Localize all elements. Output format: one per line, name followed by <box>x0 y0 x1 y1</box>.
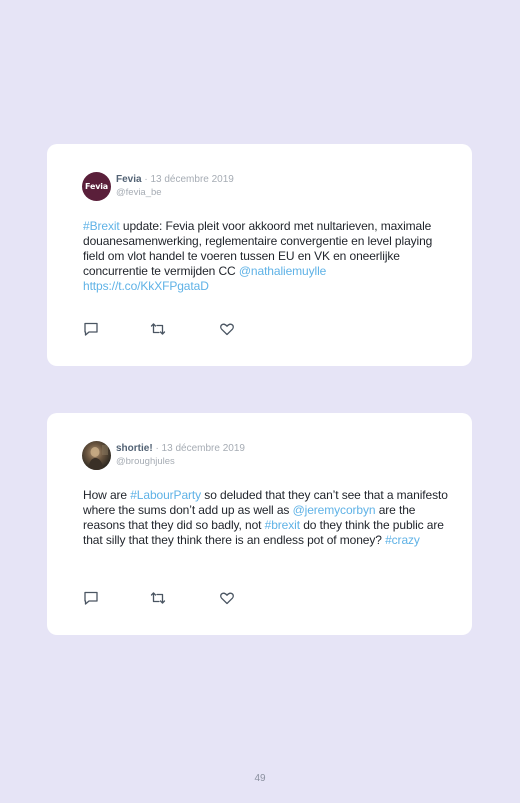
hashtag-link[interactable]: #brexit <box>265 518 300 532</box>
reply-icon[interactable] <box>83 590 99 606</box>
tweet-body: How are <box>83 488 131 502</box>
url-link[interactable]: https://t.co/KkXFPgataD <box>83 279 209 293</box>
tweet-header: shortie! · 13 décembre 2019 @broughjules <box>116 442 245 468</box>
hashtag-link[interactable]: #LabourParty <box>130 488 201 502</box>
tweet-card: shortie! · 13 décembre 2019 @broughjules… <box>47 413 472 635</box>
hashtag-link[interactable]: #Brexit <box>83 219 120 233</box>
tweet-actions <box>83 590 283 606</box>
mention-link[interactable]: @nathaliemuylle <box>239 264 327 278</box>
reply-icon[interactable] <box>83 321 99 337</box>
tweet-card: Fevia Fevia · 13 décembre 2019 @fevia_be… <box>47 144 472 366</box>
mention-link[interactable]: @jeremycorbyn <box>293 503 376 517</box>
tweet-actions <box>83 321 283 337</box>
author-handle[interactable]: @fevia_be <box>116 186 234 199</box>
tweet-text: #Brexit update: Fevia pleit voor akkoord… <box>83 219 448 294</box>
author-name[interactable]: Fevia <box>116 174 142 185</box>
retweet-icon[interactable] <box>150 590 166 606</box>
tweet-date: · 13 décembre 2019 <box>144 174 234 185</box>
tweet-header: Fevia · 13 décembre 2019 @fevia_be <box>116 173 234 199</box>
like-icon[interactable] <box>219 321 235 337</box>
tweet-date: · 13 décembre 2019 <box>155 443 245 454</box>
author-handle[interactable]: @broughjules <box>116 455 245 468</box>
hashtag-link[interactable]: #crazy <box>385 533 420 547</box>
like-icon[interactable] <box>219 590 235 606</box>
author-name[interactable]: shortie! <box>116 443 153 454</box>
avatar[interactable]: Fevia <box>82 172 111 201</box>
page-number: 49 <box>254 773 266 784</box>
tweet-text: How are #LabourParty so deluded that the… <box>83 488 448 548</box>
avatar[interactable] <box>82 441 111 470</box>
retweet-icon[interactable] <box>150 321 166 337</box>
avatar-logo-text: Fevia <box>85 182 108 191</box>
avatar-photo <box>88 445 108 470</box>
